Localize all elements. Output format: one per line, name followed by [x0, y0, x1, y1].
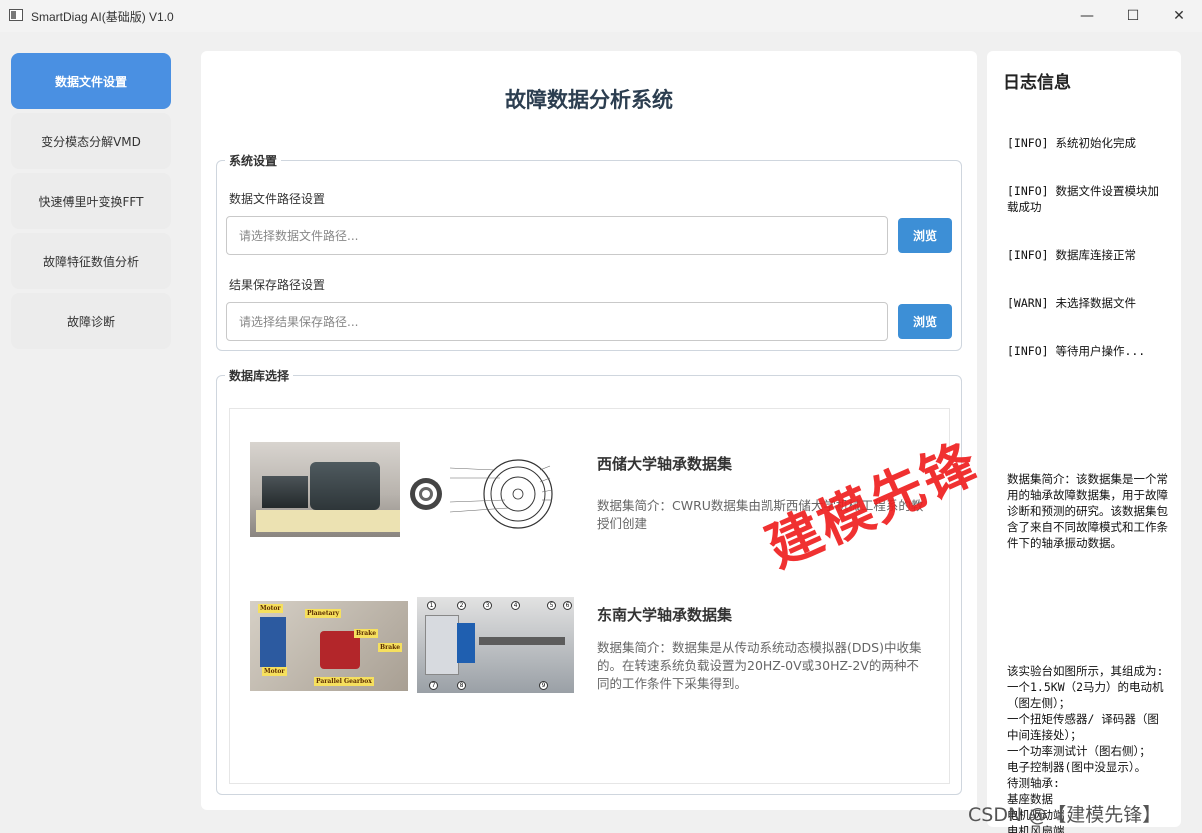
credit-watermark: CSDN @【建模先锋】 — [968, 804, 1162, 826]
database-selection-legend: 数据库选择 — [225, 367, 294, 384]
app-icon — [9, 9, 23, 21]
seu-dds-rig-image: 1 2 3 4 5 6 7 8 9 — [417, 597, 574, 693]
data-path-label: 数据文件路径设置 — [229, 192, 326, 206]
result-browse-button[interactable]: 浏览 — [898, 304, 952, 339]
log-panel: 日志信息 [INFO] 系统初始化完成 [INFO] 数据文件设置模块加载成功 … — [987, 51, 1181, 833]
database-list: 西储大学轴承数据集 数据集简介：CWRU数据集由凯斯西储大学机械工程系的教授们创… — [229, 408, 950, 784]
dataset-seu-desc: 数据集简介：数据集是从传动系统动态模拟器(DDS)中收集的。在转速系统负载设置为… — [597, 640, 922, 691]
seu-gearbox-rig-image: Motor Planetary Brake Brake Motor Parall… — [250, 601, 408, 691]
log-line: [WARN] 未选择数据文件 — [1007, 296, 1136, 310]
maximize-button[interactable]: ☐ — [1110, 0, 1156, 32]
nav-fft[interactable]: 快速傅里叶变换FFT — [11, 173, 171, 229]
log-title: 日志信息 — [1003, 73, 1071, 93]
window-title: SmartDiag AI(基础版) V1.0 — [31, 10, 174, 24]
result-path-label: 结果保存路径设置 — [229, 278, 326, 292]
nav-fault-diagnosis[interactable]: 故障诊断 — [11, 293, 171, 349]
title-bar: SmartDiag AI(基础版) V1.0 — ☐ ✕ — [0, 0, 1202, 32]
nav-vmd[interactable]: 变分模态分解VMD — [11, 113, 171, 169]
sidebar-nav: 数据文件设置 变分模态分解VMD 快速傅里叶变换FFT 故障特征数值分析 故障诊… — [11, 53, 171, 353]
minimize-button[interactable]: — — [1064, 0, 1110, 32]
dataset-seu[interactable]: Motor Planetary Brake Brake Motor Parall… — [230, 409, 951, 693]
database-selection-group: 数据库选择 西储大学轴承数据集 数据集简介：CWRU数据集由凯斯西储大学机械工程… — [216, 367, 962, 795]
log-line: [INFO] 等待用户操作... — [1007, 344, 1146, 358]
system-settings-group: 系统设置 数据文件路径设置 请选择数据文件路径... 浏览 结果保存路径设置 请… — [216, 152, 962, 351]
close-button[interactable]: ✕ — [1156, 0, 1202, 32]
nav-data-file-settings[interactable]: 数据文件设置 — [11, 53, 171, 109]
log-line: [INFO] 数据文件设置模块加载成功 — [1007, 184, 1159, 214]
log-content: [INFO] 系统初始化完成 [INFO] 数据文件设置模块加载成功 [INFO… — [1007, 103, 1169, 833]
system-settings-legend: 系统设置 — [225, 152, 282, 169]
nav-fault-feature-analysis[interactable]: 故障特征数值分析 — [11, 233, 171, 289]
dataset-seu-name: 东南大学轴承数据集 — [597, 606, 733, 624]
main-panel: 故障数据分析系统 系统设置 数据文件路径设置 请选择数据文件路径... 浏览 结… — [201, 51, 977, 810]
result-path-input[interactable]: 请选择结果保存路径... — [226, 302, 888, 341]
data-browse-button[interactable]: 浏览 — [898, 218, 952, 253]
dataset-intro-text: 数据集简介：该数据集是一个常用的轴承故障数据集，用于故障诊断和预测的研究。该数据… — [1007, 472, 1168, 550]
page-title: 故障数据分析系统 — [505, 88, 673, 112]
log-line: [INFO] 数据库连接正常 — [1007, 248, 1136, 262]
log-line: [INFO] 系统初始化完成 — [1007, 136, 1136, 150]
data-path-input[interactable]: 请选择数据文件路径... — [226, 216, 888, 255]
